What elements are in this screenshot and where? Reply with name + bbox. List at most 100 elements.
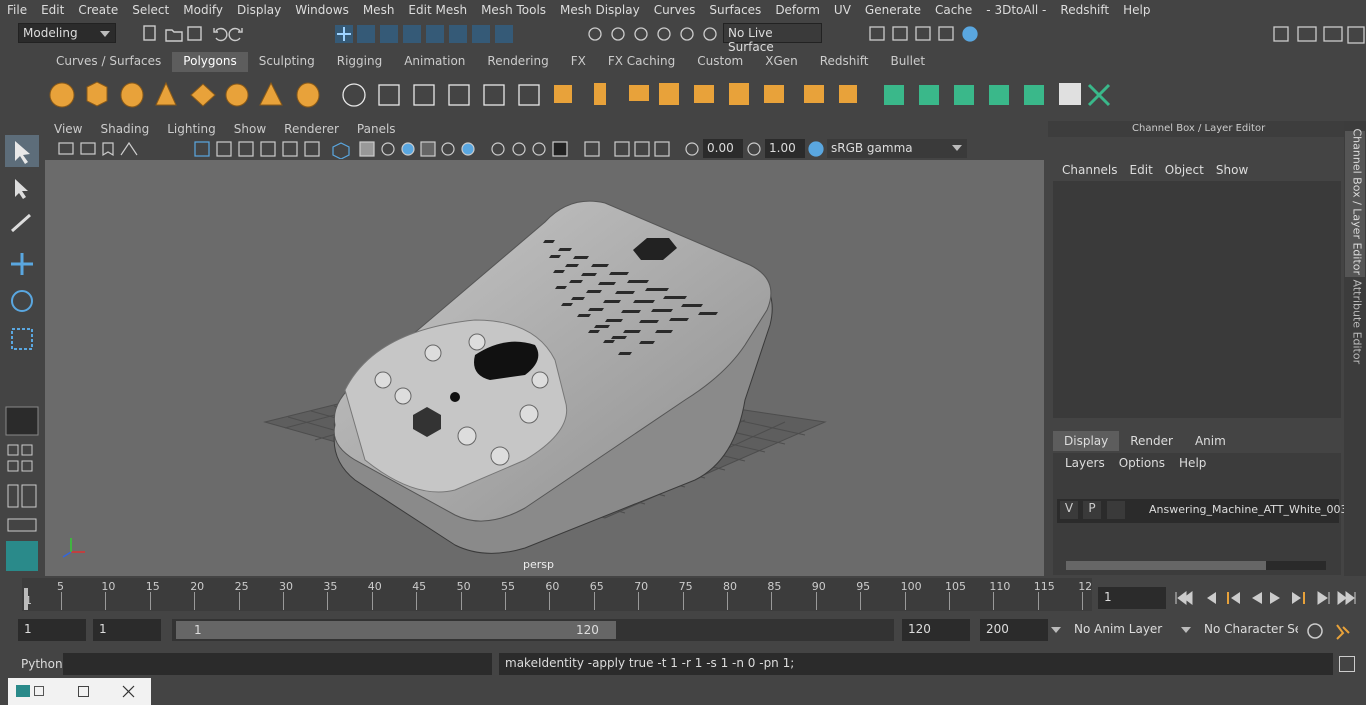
menu-display[interactable]: Display xyxy=(230,3,288,17)
shelf-tab-fx[interactable]: FX xyxy=(560,52,597,72)
shelf-tab-animation[interactable]: Animation xyxy=(393,52,476,72)
layer-menu-layers[interactable]: Layers xyxy=(1058,456,1112,470)
channel-list-area[interactable] xyxy=(1053,181,1341,418)
playback-start-field[interactable]: 1 xyxy=(93,619,161,641)
timeline-playhead[interactable] xyxy=(24,588,28,610)
layer-tab-render[interactable]: Render xyxy=(1119,431,1184,451)
timeline-tick-label: 75 xyxy=(678,580,693,593)
command-language-label[interactable]: Python xyxy=(21,657,63,671)
script-editor-icon[interactable] xyxy=(1339,656,1355,672)
menu-edit[interactable]: Edit xyxy=(34,3,71,17)
maximize-icon[interactable] xyxy=(78,686,89,697)
menu-mesh-display[interactable]: Mesh Display xyxy=(553,3,647,17)
layer-menu-options[interactable]: Options xyxy=(1112,456,1172,470)
shelf-tab-polygons[interactable]: Polygons xyxy=(172,52,248,72)
menu-surfaces[interactable]: Surfaces xyxy=(702,3,768,17)
viewport-menu-lighting[interactable]: Lighting xyxy=(158,121,225,139)
timeline-tick-label: 100 xyxy=(900,580,922,593)
command-feedback: makeIdentity -apply true -t 1 -r 1 -s 1 … xyxy=(499,653,1333,675)
menu-help[interactable]: Help xyxy=(1116,3,1157,17)
live-surface-field[interactable]: No Live Surface xyxy=(723,23,822,54)
camera-icon xyxy=(58,142,74,155)
shelf-tab-fx-caching[interactable]: FX Caching xyxy=(597,52,686,72)
menu-deform[interactable]: Deform xyxy=(768,3,827,17)
range-slider: 1 1 1 120 120 200 No Anim Layer No Chara… xyxy=(0,619,1366,645)
shelf-tab-custom[interactable]: Custom xyxy=(686,52,754,72)
viewport-menu-panels[interactable]: Panels xyxy=(348,121,405,139)
layer-row[interactable]: V P Answering_Machine_ATT_White_003 xyxy=(1057,499,1347,523)
scene-end-field[interactable]: 200 xyxy=(980,619,1048,641)
menu-file[interactable]: File xyxy=(0,3,34,17)
menu-generate[interactable]: Generate xyxy=(858,3,928,17)
current-frame-field[interactable]: 1 xyxy=(1098,587,1166,609)
scene-start-field[interactable]: 1 xyxy=(18,619,86,641)
time-slider[interactable]: 1 5 10 15 20 25 30 35 40 45 50 55 60 65 70 75 80 85 90 95 10… xyxy=(0,578,1366,613)
range-bar[interactable]: 1 120 xyxy=(172,619,894,641)
menu-curves[interactable]: Curves xyxy=(647,3,703,17)
shelf-tab-bullet[interactable]: Bullet xyxy=(879,52,936,72)
minimized-window[interactable] xyxy=(8,678,151,705)
shelf-tab-rigging[interactable]: Rigging xyxy=(326,52,393,72)
timeline-tick xyxy=(149,592,151,610)
layer-color-swatch[interactable] xyxy=(1107,501,1125,519)
poly-cylinder-icon xyxy=(120,82,144,108)
viewport-menu-shading[interactable]: Shading xyxy=(91,121,158,139)
viewport-persp[interactable]: persp xyxy=(45,160,1044,576)
menu-edit-mesh[interactable]: Edit Mesh xyxy=(401,3,474,17)
timeline-tick xyxy=(505,592,506,610)
viewport-menu-show[interactable]: Show xyxy=(225,121,275,139)
menu-uv[interactable]: UV xyxy=(827,3,858,17)
mode-selector[interactable]: Modeling xyxy=(18,23,116,43)
layer-menu-help[interactable]: Help xyxy=(1172,456,1213,470)
channel-menu-channels[interactable]: Channels xyxy=(1056,163,1124,177)
play-forward-icon xyxy=(1270,592,1280,604)
layer-name[interactable]: Answering_Machine_ATT_White_003 xyxy=(1149,503,1347,516)
shelf-tab-xgen[interactable]: XGen xyxy=(754,52,809,72)
layer-visibility-toggle[interactable]: V xyxy=(1060,501,1078,519)
restore-icon[interactable] xyxy=(34,686,44,696)
exposure-field[interactable]: 0.00 xyxy=(703,139,743,158)
layout-four-icon xyxy=(7,444,19,456)
menu-modify[interactable]: Modify xyxy=(176,3,230,17)
viewport-menu-view[interactable]: View xyxy=(45,121,91,139)
layer-hscrollbar[interactable] xyxy=(1066,561,1326,570)
menu-3dtoall[interactable]: - 3DtoAll - xyxy=(979,3,1053,17)
character-set-dropdown[interactable]: No Character Set xyxy=(1198,619,1298,641)
color-management-icon xyxy=(808,141,824,157)
shelf-tabs: Curves / Surfaces Polygons Sculpting Riggin… xyxy=(45,52,936,72)
menu-redshift[interactable]: Redshift xyxy=(1053,3,1116,17)
viewport-menu-renderer[interactable]: Renderer xyxy=(275,121,348,139)
layer-tab-anim[interactable]: Anim xyxy=(1184,431,1237,451)
menu-cache[interactable]: Cache xyxy=(928,3,979,17)
timeline-tick-label: 85 xyxy=(767,580,782,593)
shelf-tab-curves-surfaces[interactable]: Curves / Surfaces xyxy=(45,52,172,72)
menu-mesh[interactable]: Mesh xyxy=(356,3,402,17)
channel-menu-show[interactable]: Show xyxy=(1210,163,1254,177)
menu-windows[interactable]: Windows xyxy=(288,3,356,17)
tab-attribute-editor-label[interactable]: Attribute Editor xyxy=(1351,280,1364,376)
lasso-tool-icon xyxy=(15,179,28,199)
timeline-tick-label: 30 xyxy=(279,580,293,593)
gamma-field[interactable]: 1.00 xyxy=(765,139,805,158)
color-space-dropdown[interactable]: sRGB gamma xyxy=(827,139,967,158)
layer-tab-display[interactable]: Display xyxy=(1053,431,1120,451)
menu-mesh-tools[interactable]: Mesh Tools xyxy=(474,3,553,17)
playback-end-field[interactable]: 120 xyxy=(902,619,970,641)
poly-plane-icon xyxy=(190,83,216,107)
layout-single-icon xyxy=(5,406,39,436)
smooth-shade-icon xyxy=(359,141,375,157)
range-bar-end: 120 xyxy=(576,623,599,637)
shelf-tab-redshift[interactable]: Redshift xyxy=(809,52,880,72)
menu-select[interactable]: Select xyxy=(125,3,176,17)
shelf-tab-rendering[interactable]: Rendering xyxy=(476,52,559,72)
channel-menu-edit[interactable]: Edit xyxy=(1124,163,1159,177)
poly-torus-icon xyxy=(225,83,249,107)
menu-create[interactable]: Create xyxy=(71,3,125,17)
command-input[interactable] xyxy=(63,653,492,675)
layer-playback-toggle[interactable]: P xyxy=(1083,501,1101,519)
anim-layer-dropdown[interactable]: No Anim Layer xyxy=(1068,619,1190,641)
close-icon[interactable] xyxy=(122,685,135,698)
channel-menu-object[interactable]: Object xyxy=(1159,163,1210,177)
toolbox-icons xyxy=(5,135,39,571)
shelf-tab-sculpting[interactable]: Sculpting xyxy=(248,52,326,72)
